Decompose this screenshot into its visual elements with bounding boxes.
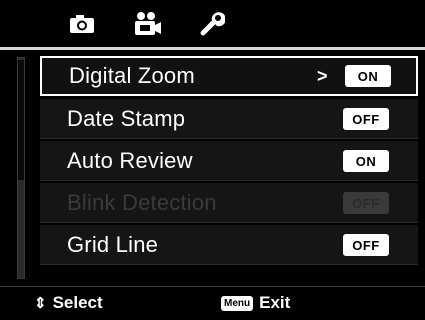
wrench-icon — [200, 12, 225, 36]
value-badge: OFF — [343, 234, 389, 256]
scrollbar-thumb[interactable] — [18, 60, 24, 180]
tab-video[interactable] — [117, 4, 177, 44]
value-badge: ON — [345, 65, 391, 87]
video-camera-icon — [135, 12, 161, 35]
camera-icon — [70, 15, 94, 33]
menu-item-auto-review[interactable]: Auto Review ON — [40, 141, 418, 181]
tab-settings[interactable] — [182, 4, 242, 44]
menu-item-label: Digital Zoom — [69, 63, 195, 88]
menu-item-date-stamp[interactable]: Date Stamp OFF — [40, 99, 418, 139]
menu-item-blink-detection: Blink Detection OFF — [40, 183, 418, 223]
tab-bar — [0, 0, 425, 47]
submenu-arrow-icon: > — [317, 65, 328, 86]
exit-hint: Menu Exit — [221, 293, 290, 313]
select-hint: ⇕ Select — [34, 293, 103, 313]
value-badge: OFF — [343, 192, 389, 214]
menu-key-icon: Menu — [221, 295, 254, 311]
menu-item-grid-line[interactable]: Grid Line OFF — [40, 225, 418, 265]
menu-item-label: Date Stamp — [67, 105, 186, 131]
up-down-arrows-icon: ⇕ — [34, 295, 47, 312]
select-label: Select — [52, 293, 103, 312]
footer-hints: ⇕ Select Menu Exit — [0, 287, 425, 320]
tab-camera[interactable] — [52, 4, 112, 44]
menu-item-label: Grid Line — [67, 231, 159, 257]
tab-divider — [0, 47, 425, 50]
value-badge: OFF — [343, 108, 389, 130]
exit-label: Exit — [259, 293, 291, 312]
value-badge: ON — [343, 150, 389, 172]
menu-item-digital-zoom[interactable]: Digital Zoom > ON — [40, 56, 418, 96]
menu-item-label: Blink Detection — [67, 189, 217, 215]
menu-item-label: Auto Review — [67, 147, 193, 173]
